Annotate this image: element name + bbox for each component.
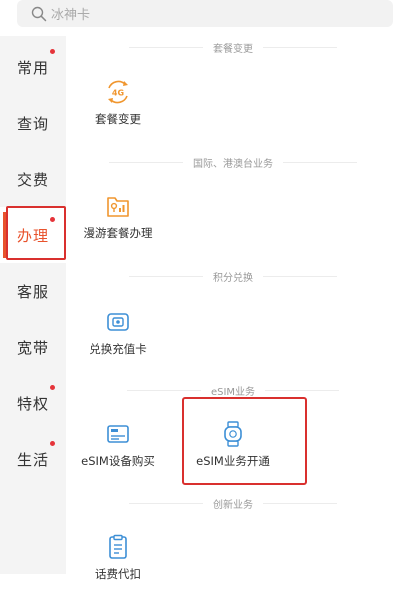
- divider: [109, 161, 183, 163]
- section-header-international: 国际、港澳台业务: [66, 153, 400, 171]
- divider: [263, 502, 337, 504]
- recharge-card-icon: [105, 309, 131, 335]
- notification-dot: [50, 385, 55, 390]
- tile-esim-device[interactable]: eSIM设备购买: [63, 421, 173, 481]
- sidebar-item-broadband[interactable]: 宽带: [0, 319, 66, 375]
- tile-label: 兑换充值卡: [89, 342, 147, 356]
- search-input[interactable]: 冰神卡: [17, 0, 393, 27]
- section-header-points: 积分兑换: [66, 267, 400, 285]
- divider: [265, 389, 340, 391]
- divider: [263, 46, 337, 48]
- esim-device-card-icon: [105, 421, 131, 447]
- search-placeholder: 冰神卡: [51, 8, 91, 23]
- sidebar-item-label: 常用: [16, 58, 49, 77]
- sidebar-item-label: 生活: [16, 450, 49, 469]
- bill-clipboard-icon: [105, 534, 131, 560]
- tile-recharge-card[interactable]: 兑换充值卡: [63, 309, 173, 369]
- divider: [129, 275, 203, 277]
- search-icon: [31, 6, 47, 22]
- highlight-frame-sidebar: [6, 206, 66, 260]
- divider: [263, 275, 337, 277]
- section-title: 积分兑换: [213, 272, 253, 284]
- plan-change-4g-icon: 4G: [105, 79, 131, 105]
- section-title: eSIM业务: [210, 386, 256, 398]
- sidebar-item-query[interactable]: 查询: [0, 95, 66, 151]
- sidebar-item-label: 特权: [16, 394, 49, 413]
- section-title: 创新业务: [213, 499, 253, 511]
- section-title: 套餐变更: [213, 43, 253, 55]
- divider: [283, 161, 357, 163]
- sidebar: 常用 查询 交费 办理 客服 宽带 特权 生活: [0, 36, 66, 574]
- divider: [129, 502, 203, 504]
- tile-plan-change[interactable]: 4G 套餐变更: [63, 79, 173, 139]
- highlight-frame-esim-activate: [182, 397, 307, 485]
- sidebar-item-privilege[interactable]: 特权: [0, 375, 66, 431]
- section-header-plan-change: 套餐变更: [66, 38, 400, 56]
- notification-dot: [50, 441, 55, 446]
- notification-dot: [50, 49, 55, 54]
- search-bar: 冰神卡: [0, 0, 400, 36]
- divider: [129, 46, 203, 48]
- roaming-folder-icon: [105, 193, 131, 219]
- content-panel: 套餐变更 4G 套餐变更 国际、港澳台业务 漫游套餐办理 积分兑换 兑换充值卡 …: [63, 36, 400, 581]
- tile-roaming-plan[interactable]: 漫游套餐办理: [63, 193, 173, 253]
- sidebar-item-label: 交费: [16, 170, 49, 189]
- tile-label: 漫游套餐办理: [83, 226, 153, 240]
- divider: [126, 389, 201, 391]
- section-header-innovation: 创新业务: [66, 494, 400, 512]
- sidebar-item-common[interactable]: 常用: [0, 39, 66, 95]
- tile-label: 套餐变更: [95, 112, 141, 126]
- tile-bill-deduction[interactable]: 话费代扣: [63, 534, 173, 594]
- sidebar-item-label: 客服: [16, 282, 49, 301]
- sidebar-item-label: 宽带: [16, 338, 49, 357]
- sidebar-item-life[interactable]: 生活: [0, 431, 66, 487]
- sidebar-item-label: 查询: [16, 114, 49, 133]
- svg-text:4G: 4G: [112, 89, 124, 98]
- sidebar-item-payment[interactable]: 交费: [0, 151, 66, 207]
- section-title: 国际、港澳台业务: [193, 158, 273, 170]
- tile-label: 话费代扣: [95, 567, 141, 581]
- tile-label: eSIM设备购买: [81, 454, 155, 468]
- sidebar-item-service[interactable]: 客服: [0, 263, 66, 319]
